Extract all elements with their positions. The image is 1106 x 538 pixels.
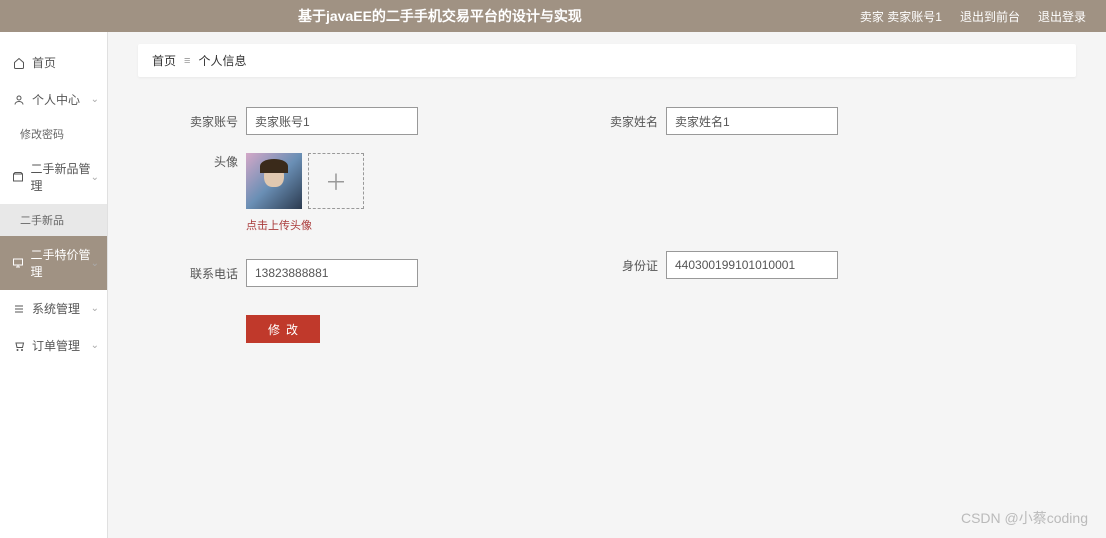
sidebar-nav: 首页 个人中心 修改密码 二手新品管理 二手新品 二手特价管理 系统管理 [0,32,108,538]
monitor-icon [12,256,25,270]
id-input[interactable] [666,251,838,279]
user-icon [12,93,26,107]
sidebar-item-system-manage[interactable]: 系统管理 [0,290,107,327]
top-header: 基于javaEE的二手手机交易平台的设计与实现 卖家 卖家账号1 退出到前台 退… [0,0,1106,32]
account-input[interactable] [246,107,418,135]
avatar-image[interactable] [246,153,302,209]
phone-label: 联系电话 [178,265,238,282]
profile-form: 卖家账号 卖家姓名 头像 ＋ 点击上传头像 [138,97,1076,353]
sidebar-item-order-manage[interactable]: 订单管理 [0,327,107,364]
cart-icon [12,339,26,353]
sidebar-sub-change-password[interactable]: 修改密码 [0,118,107,150]
sidebar-item-home[interactable]: 首页 [0,44,107,81]
header-actions: 卖家 卖家账号1 退出到前台 退出登录 [860,8,1086,25]
upload-hint[interactable]: 点击上传头像 [246,217,1036,233]
upload-avatar-button[interactable]: ＋ [308,153,364,209]
name-input[interactable] [666,107,838,135]
logout-link[interactable]: 退出登录 [1038,8,1086,25]
phone-input[interactable] [246,259,418,287]
sidebar-item-label: 个人中心 [32,91,80,108]
sidebar-item-label: 首页 [32,54,56,71]
back-to-front-link[interactable]: 退出到前台 [960,8,1020,25]
name-label: 卖家姓名 [598,113,658,130]
plus-icon: ＋ [325,165,347,197]
app-title: 基于javaEE的二手手机交易平台的设计与实现 [20,6,860,26]
user-info[interactable]: 卖家 卖家账号1 [860,8,942,25]
sidebar-item-profile[interactable]: 个人中心 [0,81,107,118]
sidebar-item-label: 二手特价管理 [31,246,95,280]
separator-icon: ≡ [184,55,190,67]
avatar-label: 头像 [178,153,238,170]
sidebar-item-label: 订单管理 [32,337,80,354]
breadcrumb-root[interactable]: 首页 [152,52,176,69]
breadcrumb: 首页 ≡ 个人信息 [138,44,1076,77]
box-icon [12,170,25,184]
id-label: 身份证 [598,257,658,274]
sidebar-item-label: 系统管理 [32,300,80,317]
sidebar-item-special-manage[interactable]: 二手特价管理 [0,236,107,290]
sidebar-item-new-manage[interactable]: 二手新品管理 [0,150,107,204]
sidebar-item-label: 二手新品管理 [31,160,95,194]
breadcrumb-current: 个人信息 [198,52,246,69]
account-label: 卖家账号 [178,113,238,130]
list-icon [12,302,26,316]
submit-button[interactable]: 修改 [246,315,320,343]
home-icon [12,56,26,70]
sidebar-sub-new-products[interactable]: 二手新品 [0,204,107,236]
watermark-text: CSDN @小蔡coding [961,508,1088,528]
main-content: 首页 ≡ 个人信息 卖家账号 卖家姓名 头像 ＋ [108,32,1106,538]
